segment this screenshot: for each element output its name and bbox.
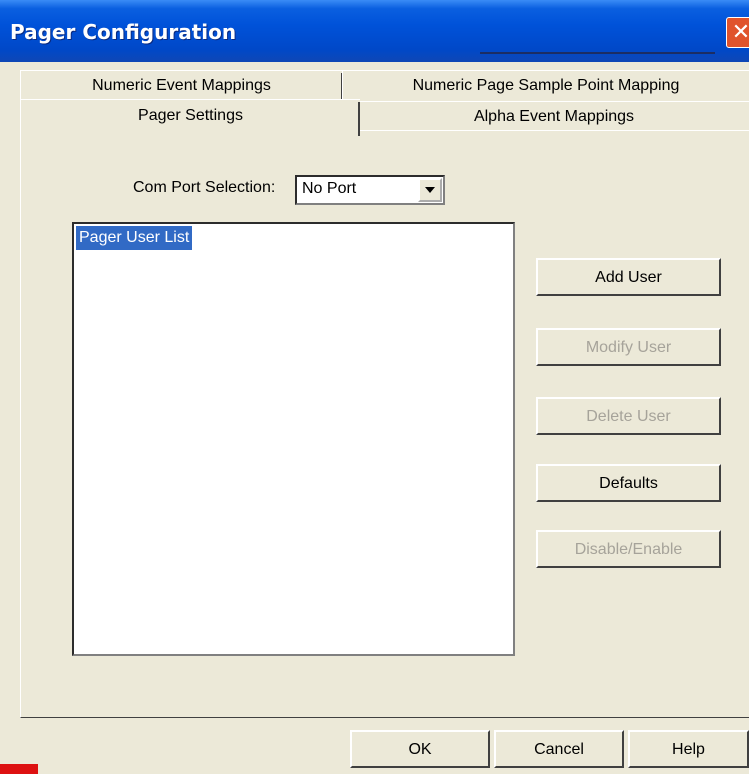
add-user-button[interactable]: Add User	[536, 258, 721, 296]
close-icon[interactable]: ✕	[726, 17, 749, 48]
ok-button[interactable]: OK	[350, 730, 490, 768]
tab-separator	[358, 102, 360, 136]
window-title: Pager Configuration	[10, 20, 237, 44]
tab-pager-settings[interactable]: Pager Settings	[20, 99, 360, 136]
disable-enable-button[interactable]: Disable/Enable	[536, 530, 721, 568]
pager-user-list[interactable]: Pager User List	[72, 222, 515, 656]
modify-user-button[interactable]: Modify User	[536, 328, 721, 366]
com-port-label: Com Port Selection:	[133, 179, 276, 196]
tab-label: Numeric Event Mappings	[92, 77, 271, 94]
help-button[interactable]: Help	[628, 730, 749, 768]
tab-label: Numeric Page Sample Point Mapping	[412, 77, 680, 94]
tab-label: Pager Settings	[138, 107, 243, 124]
com-port-value: No Port	[302, 180, 357, 197]
dropdown-arrow-icon[interactable]	[418, 178, 442, 202]
com-port-select[interactable]: No Port	[295, 175, 445, 205]
cancel-button[interactable]: Cancel	[494, 730, 624, 768]
title-divider	[480, 52, 715, 54]
tab-label: Alpha Event Mappings	[473, 108, 635, 125]
list-item[interactable]: Pager User List	[76, 226, 193, 250]
defaults-button[interactable]: Defaults	[536, 464, 721, 502]
delete-user-button[interactable]: Delete User	[536, 397, 721, 435]
tab-numeric-page-sample-point-mapping[interactable]: Numeric Page Sample Point Mapping	[342, 70, 749, 104]
taskbar-fragment	[0, 764, 38, 774]
